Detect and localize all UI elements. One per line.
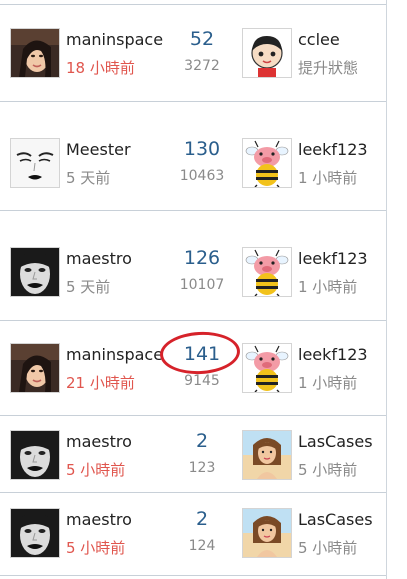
last-poster-name-link[interactable]: leekf123	[298, 140, 368, 159]
last-poster-name-link[interactable]: leekf123	[298, 345, 368, 364]
last-post-time: 5 小時前	[298, 539, 358, 557]
post-time: 5 天前	[66, 169, 111, 187]
author-name-link[interactable]: maestro	[66, 510, 132, 529]
last-post-time: 5 小時前	[298, 461, 358, 479]
beach-girl-avatar[interactable]	[242, 430, 292, 480]
woman-photo-avatar[interactable]	[10, 343, 60, 393]
bw-face-avatar[interactable]	[10, 430, 60, 480]
reply-count-link[interactable]: 130	[162, 138, 242, 160]
bw-face-avatar[interactable]	[10, 508, 60, 558]
bee-pig-avatar[interactable]	[242, 247, 292, 297]
author-name-link[interactable]: maestro	[66, 432, 132, 451]
last-poster-name-link[interactable]: leekf123	[298, 249, 368, 268]
row-divider	[0, 415, 386, 416]
row-divider	[0, 101, 386, 102]
highlight-circle-annotation	[158, 329, 242, 377]
row-divider	[0, 210, 386, 211]
view-count: 124	[188, 538, 216, 554]
row-divider	[0, 4, 386, 5]
woman-photo-avatar[interactable]	[10, 28, 60, 78]
post-time: 5 小時前	[66, 539, 126, 557]
last-post-time: 1 小時前	[298, 374, 358, 392]
view-count: 10463	[179, 168, 225, 184]
author-name-link[interactable]: maninspace	[66, 345, 163, 364]
bw-face-avatar[interactable]	[10, 247, 60, 297]
post-time: 5 小時前	[66, 461, 126, 479]
post-time: 5 天前	[66, 278, 111, 296]
last-post-time: 提升狀態	[298, 59, 359, 77]
view-count: 9145	[184, 373, 220, 389]
reply-count-link[interactable]: 2	[162, 508, 242, 530]
last-poster-name-link[interactable]: cclee	[298, 30, 340, 49]
last-poster-name-link[interactable]: LasCases	[298, 510, 373, 529]
bee-pig-avatar[interactable]	[242, 343, 292, 393]
author-name-link[interactable]: maninspace	[66, 30, 163, 49]
sketch-face-avatar[interactable]	[10, 138, 60, 188]
last-poster-name-link[interactable]: LasCases	[298, 432, 373, 451]
post-time: 18 小時前	[66, 59, 135, 77]
author-name-link[interactable]: maestro	[66, 249, 132, 268]
cartoon-boy-avatar[interactable]	[242, 28, 292, 78]
post-time: 21 小時前	[66, 374, 135, 392]
reply-count-link[interactable]: 52	[162, 28, 242, 50]
view-count: 10107	[179, 277, 225, 293]
last-post-time: 1 小時前	[298, 278, 358, 296]
row-divider	[0, 492, 386, 493]
thread-list: maninspace 18 小時前 52 3272 cclee 提升狀態 Meester…	[0, 0, 407, 579]
reply-count-link[interactable]: 2	[162, 430, 242, 452]
reply-count-link[interactable]: 126	[162, 247, 242, 269]
last-post-time: 1 小時前	[298, 169, 358, 187]
beach-girl-avatar[interactable]	[242, 508, 292, 558]
author-name-link[interactable]: Meester	[66, 140, 131, 159]
view-count: 3272	[184, 58, 220, 74]
row-divider	[0, 320, 386, 321]
view-count: 123	[188, 460, 216, 476]
list-right-border	[386, 0, 387, 579]
row-divider	[0, 575, 386, 576]
bee-pig-avatar[interactable]	[242, 138, 292, 188]
